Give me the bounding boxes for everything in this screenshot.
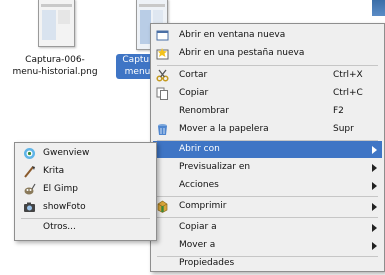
menu-item-cut[interactable]: Cortar Ctrl+X [153, 67, 382, 84]
menu-item-copy[interactable]: Copiar Ctrl+C [153, 85, 382, 102]
file-thumbnail[interactable] [38, 0, 75, 47]
menu-item-label: Renombrar [179, 106, 229, 116]
menu-item-gwenview[interactable]: Gwenview [17, 145, 154, 162]
menu-item-properties[interactable]: Propiedades [153, 258, 382, 270]
shortcut-label: F2 [333, 106, 344, 116]
menu-item-open-new-tab[interactable]: Abrir en una pestaña nueva [153, 45, 382, 62]
menu-item-label: Abrir en ventana nueva [179, 30, 286, 40]
shortcut-label: Supr [333, 124, 354, 134]
menu-item-label: Krita [43, 166, 65, 176]
menu-item-label: Acciones [179, 180, 219, 190]
gwenview-icon [23, 147, 36, 160]
gimp-icon [23, 183, 36, 196]
menu-item-label: Propiedades [179, 258, 235, 268]
menu-item-open-new-window[interactable]: Abrir en ventana nueva [153, 27, 382, 44]
menu-item-compress[interactable]: Comprimir [153, 198, 382, 215]
menu-item-label: Comprimir [179, 201, 227, 211]
menu-separator [157, 256, 378, 257]
submenu-arrow-icon [372, 164, 377, 172]
submenu-arrow-icon [372, 182, 377, 190]
menu-item-label: Abrir con [179, 144, 220, 154]
menu-separator [157, 196, 378, 197]
menu-separator [157, 65, 378, 66]
file-name-line2: menu-historial.png [12, 67, 98, 77]
file-item-captura-006[interactable]: Captura-006- menu-historial.png [0, 54, 110, 78]
menu-item-actions[interactable]: Acciones [153, 177, 382, 194]
menu-separator [157, 217, 378, 218]
menu-item-krita[interactable]: Krita [17, 163, 154, 180]
submenu-arrow-icon [372, 242, 377, 250]
menu-item-others[interactable]: Otros... [17, 219, 154, 236]
cut-icon [156, 69, 169, 82]
menu-item-gimp[interactable]: El Gimp [17, 181, 154, 198]
krita-icon [23, 165, 36, 178]
file-name-line1: Captura-006- [25, 55, 85, 65]
copy-icon [156, 87, 169, 100]
shortcut-label: Ctrl+C [333, 88, 363, 98]
menu-item-label: Gwenview [43, 148, 90, 158]
compress-icon [156, 200, 169, 213]
menu-item-label: Previsualizar en [179, 162, 251, 172]
submenu-arrow-icon [372, 224, 377, 232]
menu-item-label: Otros... [43, 222, 76, 232]
menu-item-showfoto[interactable]: showFoto [17, 199, 154, 216]
menu-item-label: Mover a la papelera [179, 124, 269, 134]
menu-item-label: Mover a [179, 240, 216, 250]
menu-item-label: Copiar [179, 88, 209, 98]
menu-item-move-to[interactable]: Mover a [153, 237, 382, 254]
open-with-submenu: Gwenview Krita El Gimp showFoto Otros... [14, 142, 157, 241]
context-menu: Abrir en ventana nueva Abrir en una pest… [150, 23, 385, 272]
new-window-icon [156, 29, 169, 42]
menu-item-preview-in[interactable]: Previsualizar en [153, 159, 382, 176]
menu-item-label: El Gimp [43, 184, 79, 194]
new-tab-icon [156, 47, 169, 60]
menu-item-label: Copiar a [179, 222, 217, 232]
menu-item-rename[interactable]: Renombrar F2 [153, 103, 382, 120]
submenu-arrow-icon [372, 146, 377, 154]
shortcut-label: Ctrl+X [333, 70, 363, 80]
menu-item-open-with[interactable]: Abrir con [153, 141, 382, 158]
desktop-panel-edge [372, 0, 385, 16]
menu-item-label: Cortar [179, 70, 208, 80]
menu-item-copy-to[interactable]: Copiar a [153, 219, 382, 236]
menu-item-label: showFoto [43, 202, 86, 212]
submenu-arrow-icon [372, 203, 377, 211]
menu-item-label: Abrir en una pestaña nueva [179, 48, 305, 58]
menu-item-move-to-trash[interactable]: Mover a la papelera Supr [153, 121, 382, 138]
showfoto-icon [23, 201, 36, 214]
trash-icon [156, 123, 169, 136]
